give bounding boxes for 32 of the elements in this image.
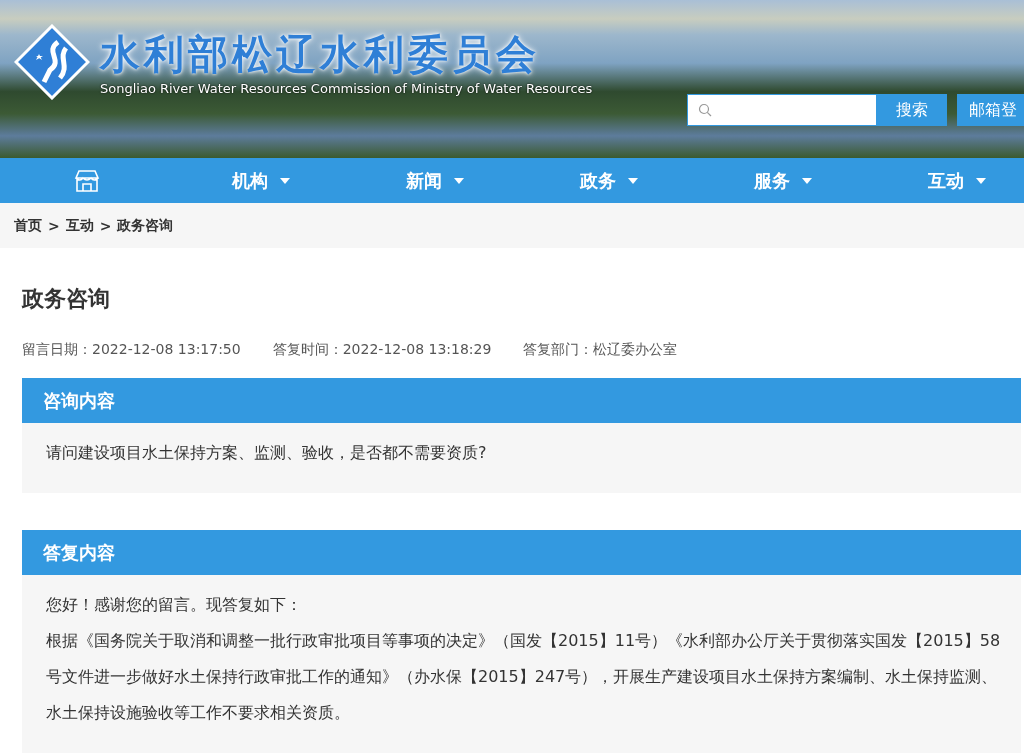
caret-icon bbox=[802, 177, 812, 184]
section-heading: 答复内容 bbox=[22, 530, 1021, 575]
paragraph: 请问建设项目水土保持方案、监测、验收，是否都不需要资质? bbox=[46, 442, 488, 464]
caret-icon bbox=[628, 177, 638, 184]
caret-icon bbox=[280, 177, 290, 184]
logo-icon bbox=[14, 24, 90, 100]
caret-icon bbox=[976, 177, 986, 184]
section-heading: 咨询内容 bbox=[22, 378, 1021, 423]
paragraph: 根据《国务院关于取消和调整一批行政审批项目等事项的决定》（国发【2015】11号）《水利部办公厅关于贯彻落实国发【2015】58号文件进一步做好水土保持行政审批工作的通知》（办水保【2015】247号），开展生产建设项目水土保持方案编制、水土保持监测、水土保持设施验收等工作不要求相关资质。 bbox=[46, 630, 1001, 724]
nav-menu-item[interactable]: 政务 bbox=[580, 168, 616, 193]
nav-menu-item[interactable]: 互动 bbox=[928, 168, 964, 193]
mail-login-button[interactable]: 邮箱登 bbox=[957, 94, 1024, 126]
search-button[interactable]: 搜索 bbox=[877, 94, 947, 126]
nav-menu-item[interactable]: 服务 bbox=[754, 168, 790, 193]
meta-text: 留言日期：2022-12-08 13:17:50 bbox=[22, 340, 241, 359]
site-title: 水利部松辽水利委员会 bbox=[100, 29, 541, 79]
nav-menu-item[interactable]: 机构 bbox=[232, 168, 268, 193]
breadcrumb-current: 政务咨询 bbox=[117, 216, 174, 235]
site-subtitle: Songliao River Water Resources Commission of Ministry of Water Resources bbox=[100, 80, 593, 96]
breadcrumb-separator: > bbox=[99, 217, 112, 234]
page-title: 政务咨询 bbox=[22, 285, 111, 313]
search-field[interactable] bbox=[687, 94, 877, 126]
meta-text: 答复时间：2022-12-08 13:18:29 bbox=[272, 340, 492, 359]
breadcrumb-link[interactable]: 互动 bbox=[65, 216, 94, 235]
paragraph: 您好！感谢您的留言。现答复如下： bbox=[46, 594, 303, 616]
caret-icon bbox=[454, 177, 464, 184]
meta-text: 答复部门：松辽委办公室 bbox=[523, 340, 678, 359]
nav-menu-item[interactable]: 新闻 bbox=[406, 168, 442, 193]
breadcrumb-link[interactable]: 首页 bbox=[14, 216, 42, 235]
breadcrumb-separator: > bbox=[48, 217, 60, 234]
home-icon[interactable] bbox=[74, 168, 100, 193]
search-icon bbox=[698, 103, 712, 117]
